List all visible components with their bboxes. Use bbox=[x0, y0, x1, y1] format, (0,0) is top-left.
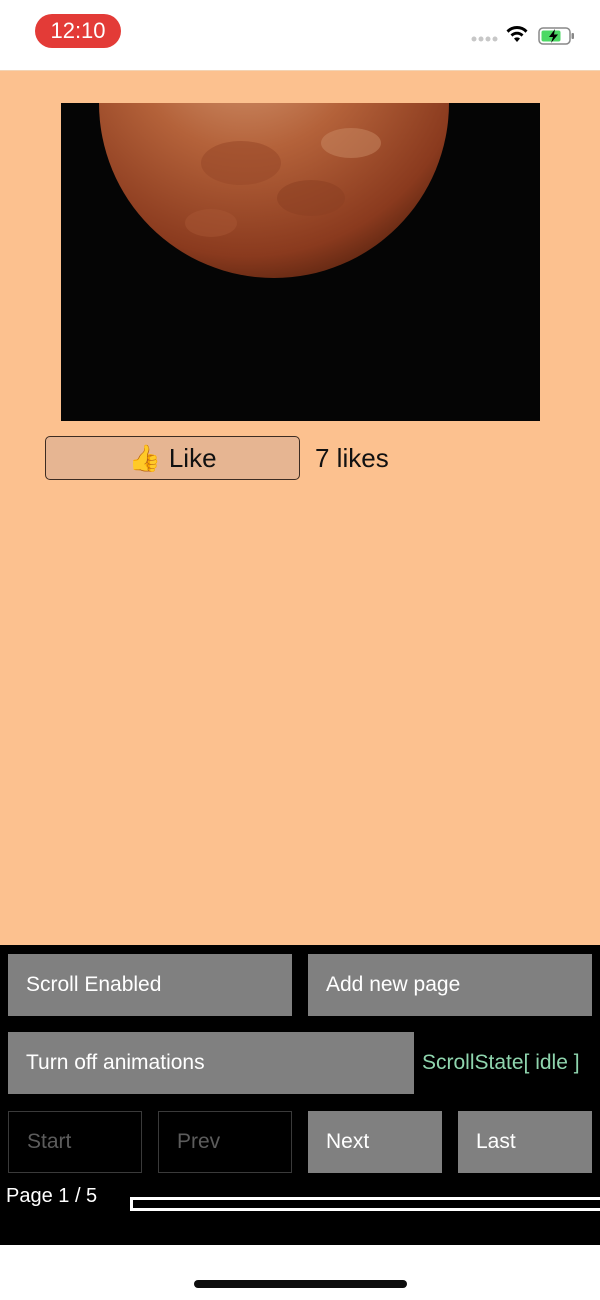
last-button[interactable]: Last bbox=[458, 1111, 592, 1173]
status-bar: 12:10 bbox=[0, 0, 600, 71]
scroll-enabled-button[interactable]: Scroll Enabled bbox=[8, 954, 292, 1016]
scroll-state-label: ScrollState[ idle ] bbox=[422, 1051, 580, 1074]
battery-charging-icon bbox=[538, 27, 574, 45]
home-indicator[interactable] bbox=[194, 1280, 407, 1288]
control-panel: Scroll Enabled Add new page Turn off ani… bbox=[0, 945, 600, 1245]
wifi-icon bbox=[506, 26, 528, 42]
page-progress-bar bbox=[130, 1197, 600, 1211]
thumbs-up-icon: 👍 bbox=[128, 442, 161, 473]
home-area bbox=[0, 1245, 600, 1300]
like-button-label: Like bbox=[168, 442, 217, 473]
start-button[interactable]: Start bbox=[8, 1111, 142, 1173]
like-button[interactable]: 👍 Like bbox=[45, 436, 300, 480]
page-indicator: Page 1 / 5 bbox=[6, 1185, 98, 1207]
status-time: 12:10 bbox=[35, 14, 121, 48]
next-button[interactable]: Next bbox=[308, 1111, 442, 1173]
pager-page[interactable]: 👍 Like 7 likes bbox=[0, 71, 600, 945]
lunar-eclipse-image bbox=[61, 103, 540, 421]
turn-off-animations-button[interactable]: Turn off animations bbox=[8, 1032, 414, 1094]
prev-button[interactable]: Prev bbox=[158, 1111, 292, 1173]
signal-dots-icon bbox=[471, 36, 498, 42]
add-new-page-button[interactable]: Add new page bbox=[308, 954, 592, 1016]
likes-count: 7 likes bbox=[315, 443, 389, 473]
